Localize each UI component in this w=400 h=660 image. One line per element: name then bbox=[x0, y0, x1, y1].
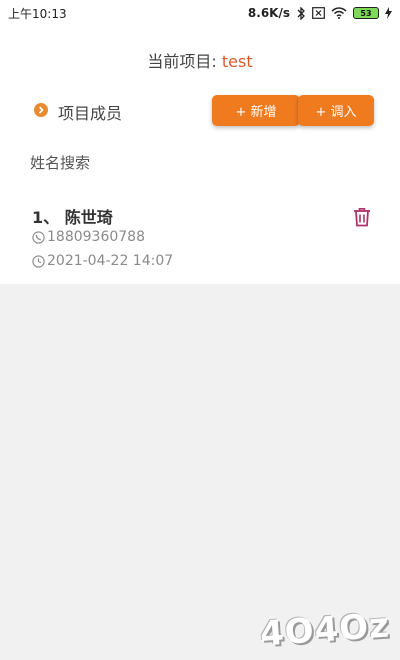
status-bar: 上午10:13 8.6K/s 53 bbox=[0, 0, 400, 26]
member-time-row: 2021-04-22 14:07 bbox=[32, 253, 173, 269]
add-member-button[interactable]: + 新增 bbox=[212, 95, 300, 126]
bluetooth-icon bbox=[296, 6, 306, 20]
charging-icon bbox=[385, 7, 392, 19]
member-datetime: 2021-04-22 14:07 bbox=[47, 253, 174, 269]
import-member-button[interactable]: + 调入 bbox=[298, 95, 374, 126]
battery-icon: 53 bbox=[353, 7, 379, 19]
members-section-title: 项目成员 bbox=[58, 104, 123, 123]
current-project: 当前项目: test bbox=[0, 48, 400, 72]
name-search-input[interactable] bbox=[30, 150, 350, 176]
project-label: 当前项目: bbox=[147, 52, 217, 71]
member-phone: 18809360788 bbox=[47, 229, 145, 245]
wifi-icon bbox=[331, 7, 347, 19]
watermark-logo: 4O4Oz bbox=[258, 605, 392, 655]
member-name: 1、 陈世琦 bbox=[32, 208, 113, 227]
project-name: test bbox=[221, 52, 253, 71]
phone-icon bbox=[32, 230, 45, 244]
status-time: 上午10:13 bbox=[8, 6, 67, 21]
list-item[interactable]: 1、 陈世琦 18809360788 2021-04-22 14:07 bbox=[0, 196, 400, 280]
trash-icon[interactable] bbox=[351, 206, 373, 228]
status-indicators: 8.6K/s 53 bbox=[248, 6, 392, 20]
member-phone-row: 18809360788 bbox=[32, 229, 145, 245]
sim-x-icon bbox=[312, 7, 325, 19]
network-speed: 8.6K/s bbox=[247, 6, 290, 20]
members-header: 项目成员 + 新增 + 调入 bbox=[0, 92, 400, 128]
chevron-right-icon bbox=[34, 103, 48, 117]
clock-icon bbox=[32, 254, 45, 268]
